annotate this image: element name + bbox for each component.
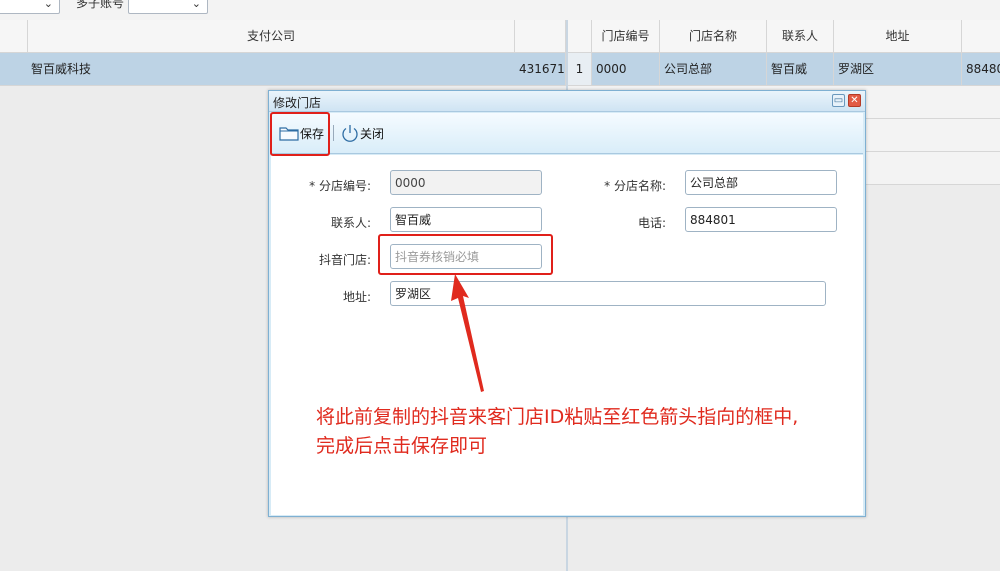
table-row[interactable]: 1 0000 公司总部 智百威 罗湖区 884801 xyxy=(568,53,1000,86)
phone-field[interactable] xyxy=(685,207,837,232)
grid-header-pay-company[interactable]: 支付公司 xyxy=(28,20,515,52)
address-label: 地址: xyxy=(342,290,371,304)
grid-cell-phone: 884801 xyxy=(966,62,1000,76)
grid-header-store-name[interactable]: 门店名称 xyxy=(660,20,767,52)
grid-cell-index: 1 xyxy=(568,53,592,85)
close-icon[interactable]: ✕ xyxy=(848,94,861,107)
grid-header-index xyxy=(568,20,592,52)
sub-account-select[interactable]: ⌄ xyxy=(128,0,208,14)
grid-cell-store-no: 0000 xyxy=(592,53,660,85)
grid-cell-address: 罗湖区 xyxy=(834,53,962,85)
grid-header-more xyxy=(962,20,1000,52)
grid-cell-account: 43167106 xyxy=(515,53,566,85)
contact-field[interactable] xyxy=(390,207,542,232)
grid-cell-company: 智百威科技 xyxy=(31,62,92,76)
grid-header-blank xyxy=(0,20,28,52)
phone-label: 电话: xyxy=(637,216,666,230)
power-icon xyxy=(342,125,358,142)
grid-header-blank xyxy=(515,20,566,52)
branch-name-field[interactable] xyxy=(685,170,837,195)
close-button[interactable]: 关闭 xyxy=(341,113,384,153)
branch-name-label: * 分店名称: xyxy=(604,179,666,193)
company-grid: 支付公司 智百威科技 43167106 xyxy=(0,20,566,86)
save-button-label: 保存 xyxy=(300,126,325,141)
grid-cell-contact: 智百威 xyxy=(767,53,834,85)
red-arrow-icon xyxy=(451,274,484,392)
maximize-icon[interactable]: ▭ xyxy=(832,94,845,107)
folder-icon xyxy=(279,127,299,141)
instruction-line-2: 完成后点击保存即可 xyxy=(316,435,488,457)
chevron-down-icon: ⌄ xyxy=(43,0,53,10)
grid-header-contact[interactable]: 联系人 xyxy=(767,20,834,52)
grid-header-address[interactable]: 地址 xyxy=(834,20,962,52)
dialog-titlebar[interactable]: 修改门店 ▭ ✕ xyxy=(269,91,865,112)
grid-header-store-no[interactable]: 门店编号 xyxy=(592,20,660,52)
instruction-annotation: 将此前复制的抖音来客门店ID粘贴至红色箭头指向的框中, 完成后点击保存即可 xyxy=(316,403,798,461)
close-button-label: 关闭 xyxy=(360,126,385,141)
save-button[interactable]: 保存 xyxy=(279,113,324,153)
branch-no-label: * 分店编号: xyxy=(309,179,371,193)
douyin-store-label: 抖音门店: xyxy=(318,253,371,267)
store-grid-header: 门店编号 门店名称 联系人 地址 xyxy=(568,20,1000,53)
contact-label: 联系人: xyxy=(330,216,371,230)
filter-select-1[interactable]: ⌄ xyxy=(0,0,60,14)
chevron-down-icon: ⌄ xyxy=(191,0,201,10)
instruction-line-1: 将此前复制的抖音来客门店ID粘贴至红色箭头指向的框中, xyxy=(316,406,799,428)
filter-bar: ⌄ 多子账号 ⌄ xyxy=(0,0,1000,21)
branch-no-field[interactable] xyxy=(390,170,542,195)
toolbar-divider xyxy=(333,125,334,141)
grid-cell-store-name: 公司总部 xyxy=(660,53,767,85)
dialog-title: 修改门店 xyxy=(273,96,322,110)
douyin-store-field[interactable] xyxy=(390,244,542,269)
store-form: * 分店编号: * 分店名称: 联系人: 电话: 抖音门店: 地址: xyxy=(271,155,863,515)
filter-label-sub-account: 多子账号 xyxy=(76,0,125,10)
dialog-toolbar: 保存 关闭 xyxy=(271,113,863,154)
company-grid-header: 支付公司 xyxy=(0,20,566,53)
table-row[interactable]: 智百威科技 43167106 xyxy=(0,53,566,86)
